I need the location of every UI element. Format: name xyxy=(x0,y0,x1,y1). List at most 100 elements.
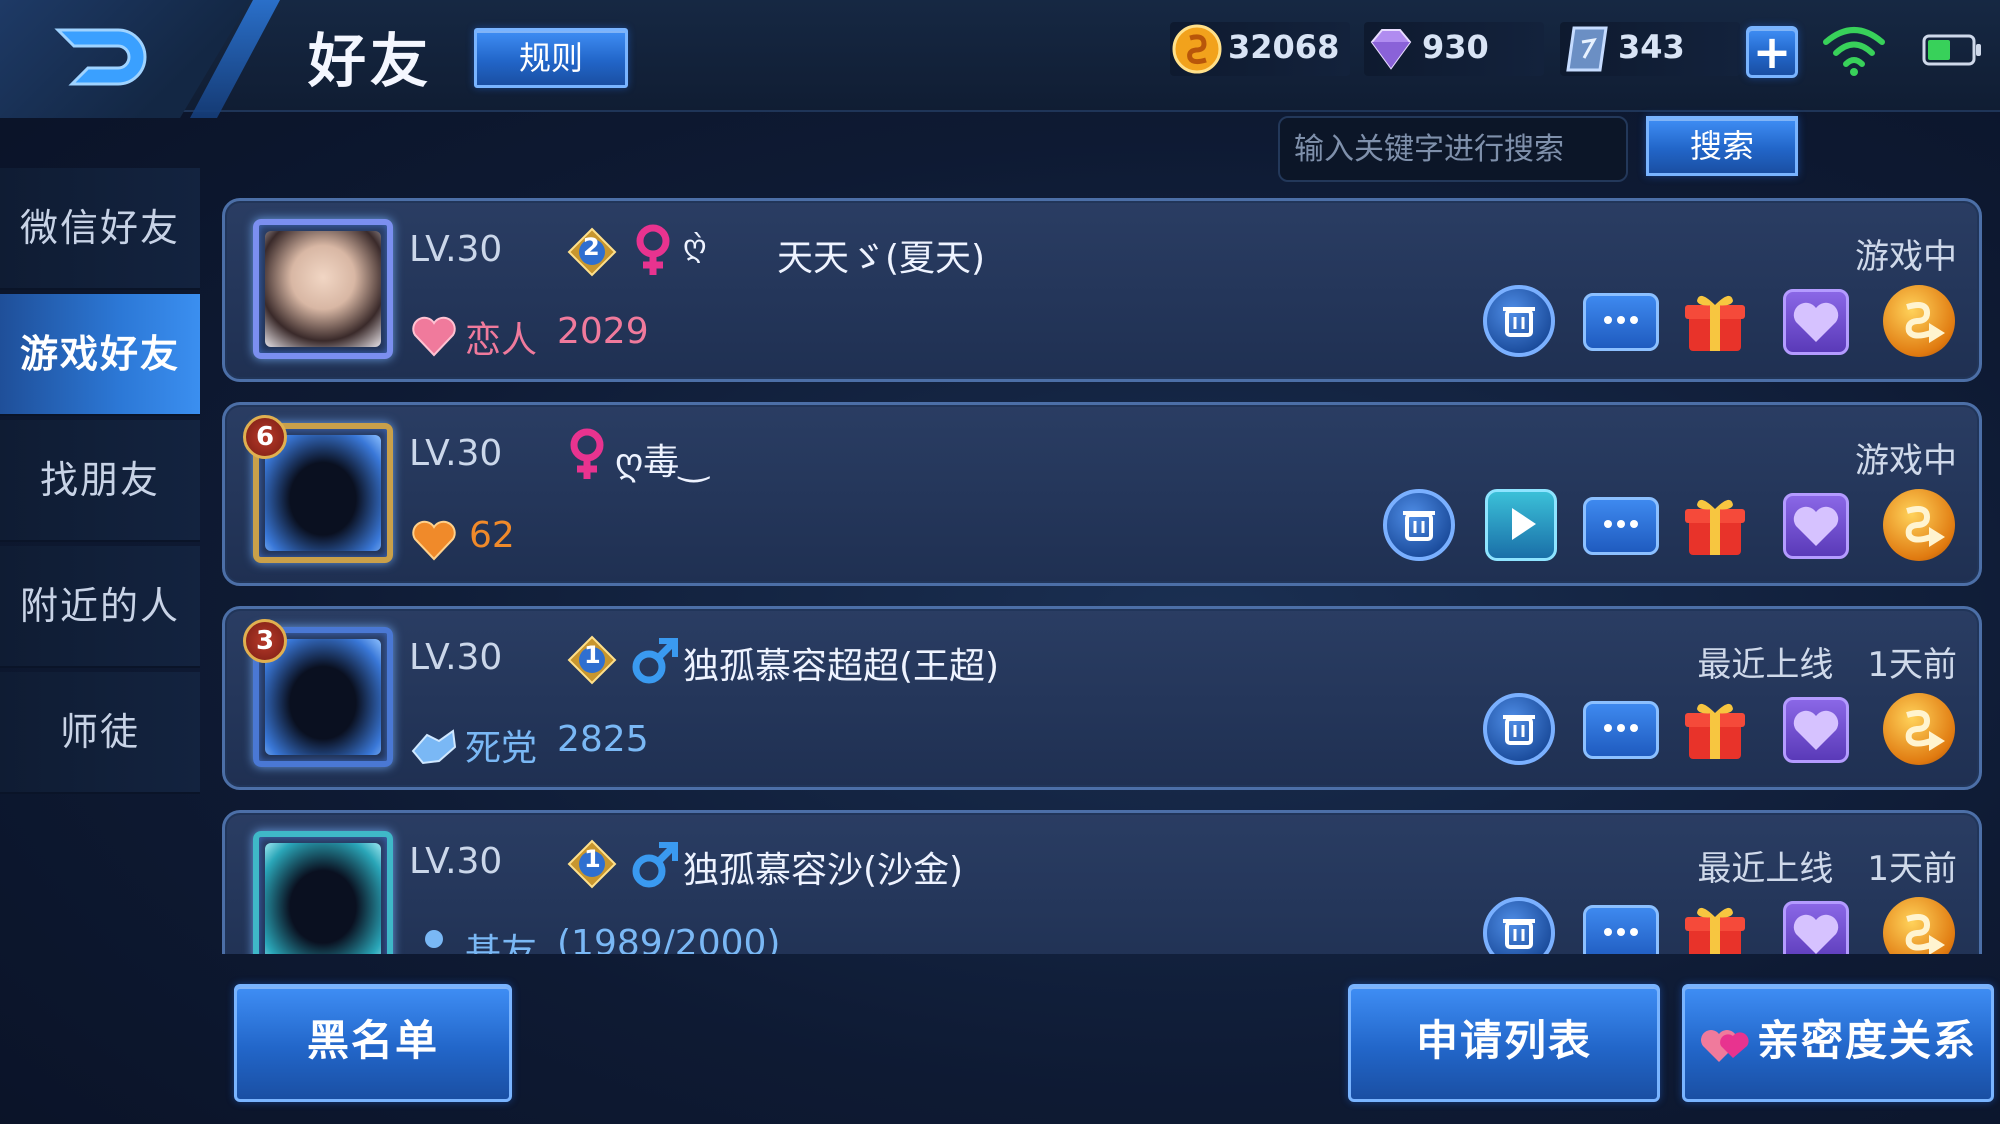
friend-card[interactable]: 6 LV.30 ღ毒‿ 游戏中 62 xyxy=(222,402,1982,586)
vip-level: 1 xyxy=(584,641,601,669)
friend-card[interactable]: 3 LV.30 1 独孤慕容超超(王超) 最近上线 1天前 死党 2825 xyxy=(222,606,1982,790)
search-button[interactable]: 搜索 xyxy=(1646,116,1798,176)
chat-bubble-icon xyxy=(1604,928,1638,936)
send-gold-button[interactable] xyxy=(1883,285,1955,357)
send-intimacy-button[interactable] xyxy=(1783,901,1849,954)
relation-label: 恋人 xyxy=(465,320,538,361)
trash-icon xyxy=(1403,511,1435,541)
friend-level: LV.30 xyxy=(409,229,503,270)
delete-friend-button[interactable] xyxy=(1483,693,1555,765)
buddy-person-icon xyxy=(425,930,443,948)
chat-bubble-icon xyxy=(1604,520,1638,528)
chat-button[interactable] xyxy=(1583,497,1659,555)
send-gift-button[interactable] xyxy=(1679,897,1751,954)
intimacy-value: 62 xyxy=(469,515,515,556)
heart-icon xyxy=(1793,506,1839,546)
gold-send-icon xyxy=(1905,710,1945,751)
send-intimacy-button[interactable] xyxy=(1783,289,1849,355)
chat-bubble-icon xyxy=(1604,316,1638,324)
rules-button[interactable]: 规则 xyxy=(474,28,628,88)
rank-badge: 3 xyxy=(243,619,287,663)
gold-coin-icon xyxy=(1172,24,1222,74)
send-gold-button[interactable] xyxy=(1883,489,1955,561)
diamond-value: 930 xyxy=(1422,28,1489,66)
trash-icon xyxy=(1503,715,1535,745)
friend-level: LV.30 xyxy=(409,637,503,678)
intimacy-value: 2825 xyxy=(557,719,649,760)
friend-card[interactable]: LV.30 1 独孤慕容沙(沙金) 最近上线 1天前 基友 (1989/2000… xyxy=(222,810,1982,954)
coin-counter: 32068 xyxy=(1170,22,1350,76)
delete-friend-button[interactable] xyxy=(1383,489,1455,561)
friend-name: 独孤慕容超超(王超) xyxy=(683,646,1000,687)
chat-bubble-icon xyxy=(1604,724,1638,732)
chat-button[interactable] xyxy=(1583,293,1659,351)
sidebar-item-wechat-friends[interactable]: 微信好友 xyxy=(0,168,200,290)
intimacy-value: 2029 xyxy=(557,311,649,352)
delete-friend-button[interactable] xyxy=(1483,897,1555,954)
voucher-counter: 343 xyxy=(1560,22,1740,76)
search-input[interactable] xyxy=(1278,116,1628,182)
vip-level: 2 xyxy=(583,233,600,261)
friend-name: 独孤慕容沙(沙金) xyxy=(683,850,964,891)
trash-icon xyxy=(1503,919,1535,949)
intimacy-value: (1989/2000) xyxy=(557,923,781,954)
play-icon xyxy=(1512,508,1536,540)
send-gift-button[interactable] xyxy=(1679,285,1751,357)
intimacy-relations-label: 亲密度关系 xyxy=(1756,1016,1977,1065)
delete-friend-button[interactable] xyxy=(1483,285,1555,357)
avatar-frame xyxy=(253,831,393,954)
intimacy-heart-icon xyxy=(412,520,456,561)
female-icon xyxy=(570,428,604,479)
send-intimacy-button[interactable] xyxy=(1783,697,1849,763)
double-heart-icon xyxy=(1700,1029,1749,1062)
chat-button[interactable] xyxy=(1583,905,1659,954)
wifi-icon xyxy=(1823,27,1885,76)
heart-icon xyxy=(1793,914,1839,954)
send-gold-button[interactable] xyxy=(1883,897,1955,954)
intimacy-relations-button[interactable]: 亲密度关系 xyxy=(1682,984,1994,1102)
friend-level: LV.30 xyxy=(409,841,503,882)
friend-requests-button[interactable]: 申请列表 xyxy=(1348,984,1660,1102)
friend-name: 天天ゞ(夏天) xyxy=(777,238,986,279)
gift-icon xyxy=(1685,907,1745,954)
send-intimacy-button[interactable] xyxy=(1783,493,1849,559)
friend-status: 游戏中 xyxy=(1855,441,1957,481)
diamond-counter: 930 xyxy=(1364,22,1544,76)
male-icon xyxy=(632,842,678,888)
avatar[interactable] xyxy=(253,219,393,359)
heart-icon xyxy=(1793,710,1839,750)
avatar[interactable]: 6 xyxy=(243,415,393,563)
send-gift-button[interactable] xyxy=(1679,489,1751,561)
sidebar-item-nearby[interactable]: 附近的人 xyxy=(0,546,200,668)
blacklist-button[interactable]: 黑名单 xyxy=(234,984,512,1102)
friend-status: 最近上线 1天前 xyxy=(1697,645,1957,685)
sidebar-item-mentorship[interactable]: 师徒 xyxy=(0,672,200,794)
friend-status: 最近上线 1天前 xyxy=(1697,849,1957,889)
sidebar-item-game-friends[interactable]: 游戏好友 xyxy=(0,294,200,416)
friend-name-prefix: ღ̀ xyxy=(683,229,707,264)
send-gift-button[interactable] xyxy=(1679,693,1751,765)
sidebar-item-find-friends[interactable]: 找朋友 xyxy=(0,420,200,542)
friend-list[interactable]: LV.30 2 ღ̀ 天天ゞ(夏天) 游戏中 恋人 2029 6 LV.30 ღ… xyxy=(222,198,1982,954)
heart-icon xyxy=(1793,302,1839,342)
page-title: 好友 xyxy=(308,27,433,95)
gold-send-icon xyxy=(1905,302,1945,343)
diamond-icon xyxy=(1370,29,1412,70)
lover-heart-icon xyxy=(412,316,456,357)
friend-card[interactable]: LV.30 2 ღ̀ 天天ゞ(夏天) 游戏中 恋人 2029 xyxy=(222,198,1982,382)
best-friend-handshake-icon xyxy=(411,729,457,765)
rank-badge: 6 xyxy=(243,415,287,459)
back-arrow-icon xyxy=(54,28,147,86)
gift-icon xyxy=(1685,703,1745,759)
avatar[interactable] xyxy=(253,831,393,954)
avatar-frame xyxy=(253,219,393,359)
voucher-icon xyxy=(1566,26,1608,72)
chat-button[interactable] xyxy=(1583,701,1659,759)
sidebar: 微信好友 游戏好友 找朋友 附近的人 师徒 xyxy=(0,168,200,1124)
watch-live-button[interactable] xyxy=(1485,489,1557,561)
voucher-value: 343 xyxy=(1618,28,1685,66)
send-gold-button[interactable] xyxy=(1883,693,1955,765)
avatar[interactable]: 3 xyxy=(243,619,393,767)
friend-name: ღ毒‿ xyxy=(615,442,709,483)
add-currency-button[interactable]: + xyxy=(1746,26,1798,78)
